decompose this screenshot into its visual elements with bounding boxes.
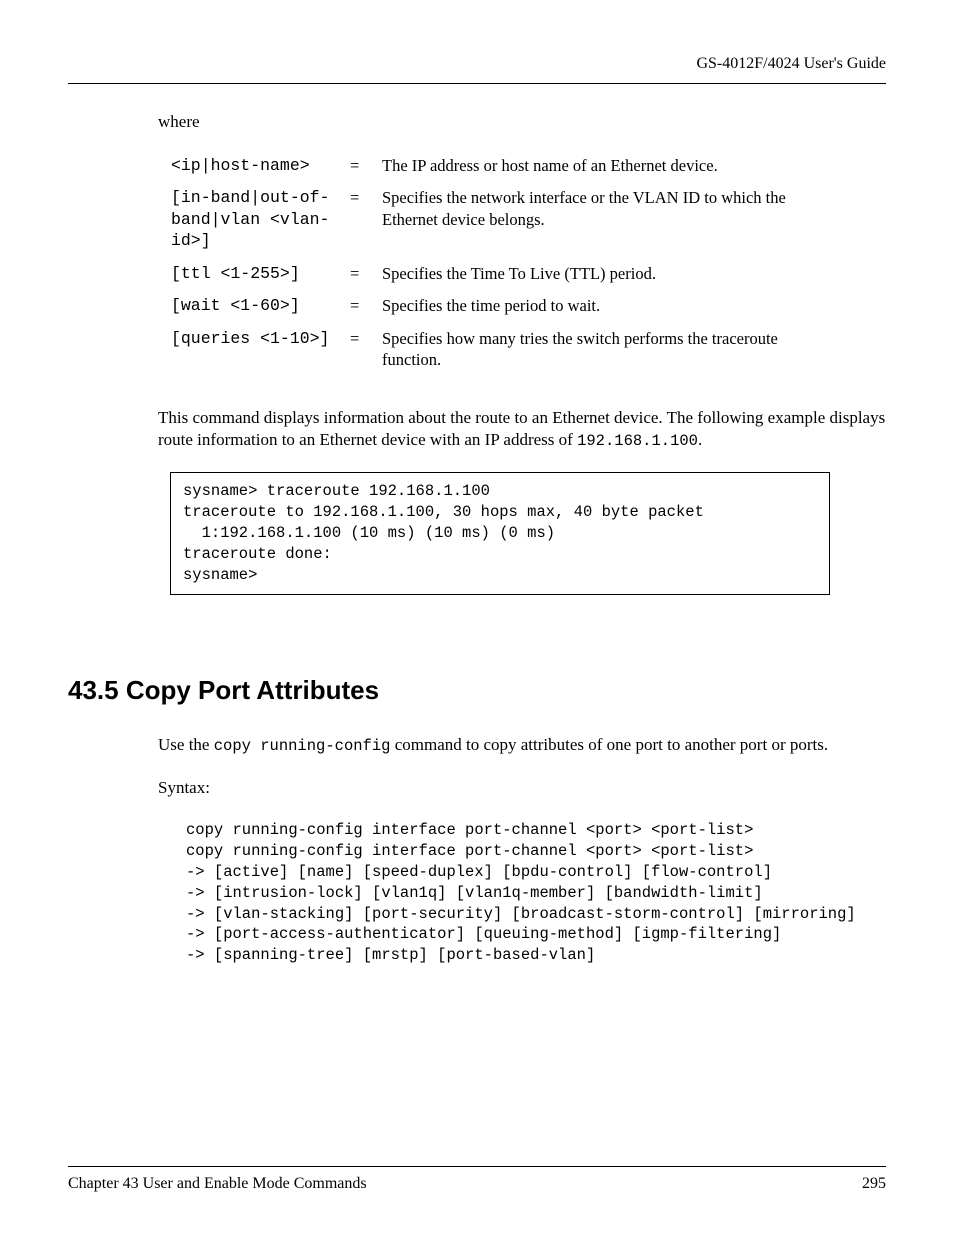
table-row: [ttl <1-255>] = Specifies the Time To Li… (170, 262, 833, 294)
param-eq: = (349, 294, 381, 326)
para-code: 192.168.1.100 (577, 432, 698, 450)
param-desc: Specifies the Time To Live (TTL) period. (381, 262, 833, 294)
description-paragraph: This command displays information about … (158, 407, 886, 453)
syntax-block: copy running-config interface port-chann… (186, 820, 886, 966)
page-footer: Chapter 43 User and Enable Mode Commands… (68, 1166, 886, 1193)
param-desc: Specifies how many tries the switch perf… (381, 327, 833, 381)
table-row: [wait <1-60>] = Specifies the time perio… (170, 294, 833, 326)
param-eq: = (349, 154, 381, 186)
where-label: where (158, 112, 886, 132)
param-desc: Specifies the network interface or the V… (381, 186, 833, 261)
table-row: <ip|host-name> = The IP address or host … (170, 154, 833, 186)
footer-chapter: Chapter 43 User and Enable Mode Commands (68, 1175, 367, 1193)
para-text: . (698, 430, 702, 449)
param-name: [in-band|out-of-band|vlan <vlan-id>] (170, 186, 349, 261)
table-row: [queries <1-10>] = Specifies how many tr… (170, 327, 833, 381)
para-code: copy running-config (214, 737, 391, 755)
param-eq: = (349, 186, 381, 261)
syntax-label: Syntax: (158, 777, 886, 800)
param-name: [queries <1-10>] (170, 327, 349, 381)
param-name: <ip|host-name> (170, 154, 349, 186)
section-heading: 43.5 Copy Port Attributes (68, 675, 886, 706)
page-header: GS-4012F/4024 User's Guide (68, 55, 886, 84)
param-eq: = (349, 262, 381, 294)
param-name: [ttl <1-255>] (170, 262, 349, 294)
section-paragraph: Use the copy running-config command to c… (158, 734, 886, 757)
para-text: command to copy attributes of one port t… (390, 735, 828, 754)
table-row: [in-band|out-of-band|vlan <vlan-id>] = S… (170, 186, 833, 261)
param-desc: The IP address or host name of an Ethern… (381, 154, 833, 186)
header-title: GS-4012F/4024 User's Guide (696, 55, 886, 72)
parameter-table: <ip|host-name> = The IP address or host … (170, 154, 833, 381)
para-text: Use the (158, 735, 214, 754)
footer-page-number: 295 (862, 1175, 886, 1193)
terminal-output-box: sysname> traceroute 192.168.1.100 tracer… (170, 472, 830, 595)
param-desc: Specifies the time period to wait. (381, 294, 833, 326)
param-name: [wait <1-60>] (170, 294, 349, 326)
para-text: This command displays information about … (158, 408, 885, 450)
param-eq: = (349, 327, 381, 381)
